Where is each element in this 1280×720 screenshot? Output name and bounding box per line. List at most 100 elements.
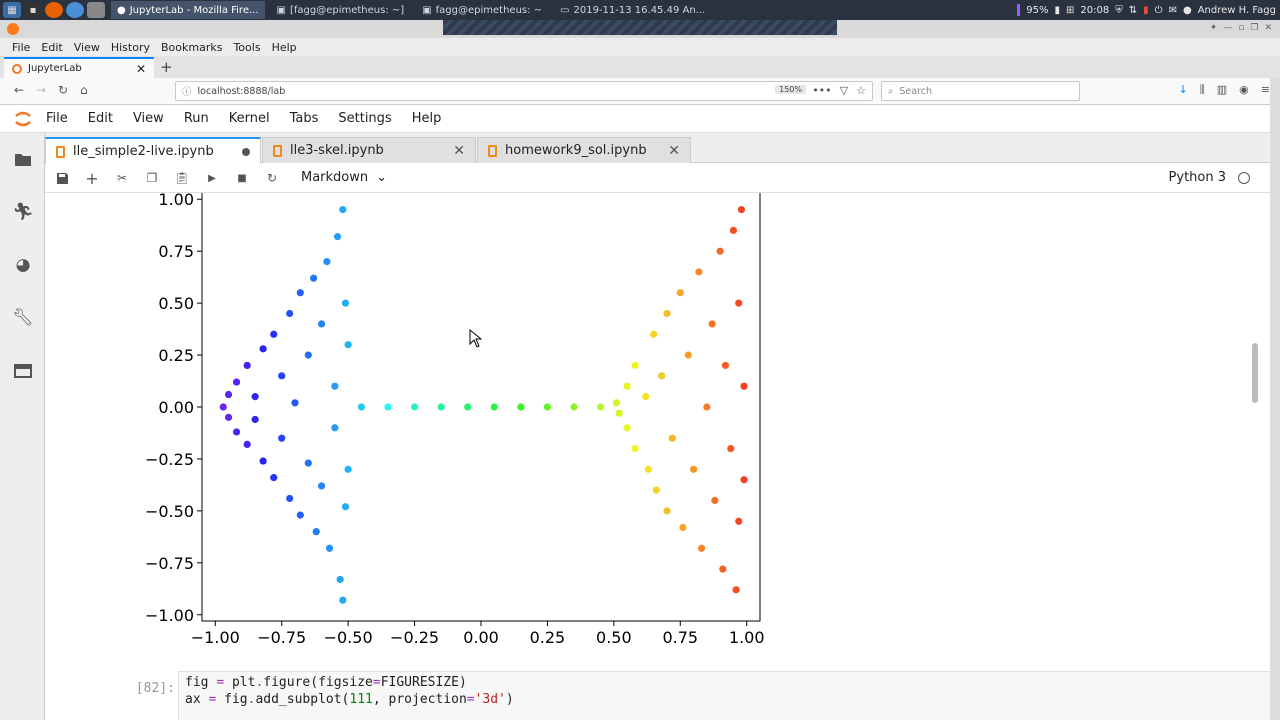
minimize-icon[interactable]: — [1223,23,1232,33]
jp-menu-kernel[interactable]: Kernel [229,111,270,126]
scatter-point [719,565,727,573]
tab-lle-simple2-live[interactable]: lle_simple2-live.ipynb [45,137,261,164]
taskbar-task-folder[interactable]: ▭ 2019-11-13 16.45.49 An... [554,1,711,19]
jp-menu-tabs[interactable]: Tabs [290,111,319,126]
back-icon[interactable]: ← [14,83,24,97]
notebook-content[interactable]: −1.00 −0.75 −0.50 −0.25 0.00 0.25 0.50 0.75 1.00… [45,193,1270,720]
power-icon[interactable]: ⏻ [1155,5,1163,16]
insert-cell-icon[interactable]: + [84,169,100,188]
browser-tab-jupyterlab[interactable]: JupyterLab ✕ [4,57,154,78]
search-icon: ⌕ [888,85,894,97]
scatter-point [631,361,639,370]
close-icon[interactable]: ✕ [1264,23,1272,33]
code-editor[interactable]: fig = plt.figure(figsize=FIGURESIZE) ax … [178,671,1270,720]
taskbar-task-firefox[interactable]: ● JupyterLab - Mozilla Fire... [111,1,265,19]
pocket-icon[interactable]: ▽ [840,84,848,97]
ff-menu-bookmarks[interactable]: Bookmarks [161,41,222,54]
clock[interactable]: 20:08 [1080,5,1109,16]
ff-menu-file[interactable]: File [12,41,30,54]
scatter-point [224,413,233,421]
ff-menu-tools[interactable]: Tools [233,41,260,54]
paste-icon[interactable]: 📋︎ [174,170,190,186]
hamburger-menu-icon[interactable]: ≡ [1261,83,1270,97]
close-tab-icon[interactable]: ✕ [453,143,465,159]
jp-menu-file[interactable]: File [46,111,68,126]
update-icon[interactable]: ▮ [1143,5,1149,16]
new-tab-icon[interactable]: + [160,58,173,76]
url-actions: ••• ▽ ☆ [812,84,866,97]
forward-icon[interactable]: → [36,83,46,97]
library-icon[interactable]: ⫼ [1200,83,1205,97]
ff-menu-edit[interactable]: Edit [41,41,62,54]
jp-menu-help[interactable]: Help [412,111,442,126]
zoom-indicator[interactable]: 150% [775,85,806,94]
ff-menu-help[interactable]: Help [272,41,297,54]
folder-icon[interactable] [12,148,34,170]
jp-menu-view[interactable]: View [133,111,164,126]
more-icon[interactable]: ✦ [1210,23,1218,33]
account-icon[interactable]: ◉ [1239,83,1249,97]
y-tick-label: 1.00 [158,193,194,209]
cut-icon[interactable]: ✂ [114,170,130,186]
terminal-launcher-icon[interactable]: ▪ [24,2,42,18]
x-tick-label: 0.50 [596,628,632,647]
maximize-icon[interactable]: ▫ [1238,23,1244,33]
stop-icon[interactable]: ■ [234,170,250,186]
page-actions-icon[interactable]: ••• [812,84,831,97]
scatter-point [596,403,605,411]
restore-icon[interactable]: ❐ [1250,23,1258,33]
unsaved-dot-icon[interactable] [242,147,250,156]
mail-icon[interactable]: ✉ [1169,5,1177,16]
app-menu-icon[interactable]: ▦ [3,2,21,18]
jp-menu-run[interactable]: Run [184,111,209,126]
palette-icon[interactable]: ◕ [12,254,34,276]
run-icon[interactable]: ▶ [204,170,220,186]
sidebar-icon[interactable]: ▥ [1217,83,1227,97]
search-bar[interactable]: ⌕ Search [881,81,1080,101]
tabs-icon[interactable] [12,360,34,382]
url-bar[interactable]: ⓘ localhost:8888/lab 150% ••• ▽ ☆ [175,81,873,101]
running-icon[interactable]: 🏃︎ [12,201,34,223]
firefox-launcher-icon[interactable] [45,2,63,18]
scatter-point [325,544,334,552]
jp-menu-settings[interactable]: Settings [338,111,391,126]
code-cell-82[interactable]: [82]: fig = plt.figure(figsize=FIGURESIZ… [90,671,1270,720]
user-name[interactable]: Andrew H. Fagg [1198,5,1276,16]
copy-icon[interactable]: ❐ [144,170,160,186]
home-icon[interactable]: ⌂ [80,83,88,97]
info-icon[interactable]: ⓘ [182,84,192,98]
browser-launcher-icon[interactable] [66,2,84,18]
close-tab-icon[interactable]: ✕ [668,143,680,159]
taskbar-task-terminal-2[interactable]: ▣ fagg@epimetheus: ~ [416,1,548,19]
transfer-icon[interactable]: ⇅ [1129,5,1137,16]
tab-lle3-skel[interactable]: lle3-skel.ipynb ✕ [262,137,476,163]
scatter-point [697,544,706,552]
scatter-point [341,503,350,511]
scatter-point [464,403,472,411]
cell-type-select[interactable]: Markdown ⌄ [301,170,387,185]
battery-icon[interactable]: ▮ [1055,5,1061,16]
scatter-point [735,299,743,307]
restart-icon[interactable]: ↻ [264,170,280,186]
ff-menu-view[interactable]: View [74,41,100,54]
x-tick-label: 0.00 [463,628,499,647]
wrench-icon[interactable]: 🔧︎ [12,307,34,329]
save-icon[interactable] [54,170,70,186]
tab-homework9-sol[interactable]: homework9_sol.ipynb ✕ [477,137,691,163]
taskbar-task-terminal-1[interactable]: ▣ [fagg@epimetheus: ~] [271,1,411,19]
plot-frame [201,193,761,622]
reload-icon[interactable]: ↻ [58,83,68,97]
network-icon[interactable]: ⊞ [1066,5,1074,16]
jp-menu-edit[interactable]: Edit [88,111,113,126]
bookmark-star-icon[interactable]: ☆ [856,84,866,97]
user-icon[interactable]: ● [1183,5,1192,16]
scatter-point [732,586,740,594]
ff-menu-history[interactable]: History [111,41,150,54]
kernel-indicator[interactable]: Python 3 [1169,170,1250,185]
close-tab-icon[interactable]: ✕ [136,62,146,76]
files-launcher-icon[interactable] [87,2,105,18]
shield-icon[interactable]: ⛨ [1115,5,1123,16]
notebook-scrollbar[interactable] [1252,343,1258,403]
download-icon[interactable]: ↓ [1178,83,1187,97]
toolbar-right: ↓ ⫼ ▥ ◉ ≡ [1178,83,1270,97]
